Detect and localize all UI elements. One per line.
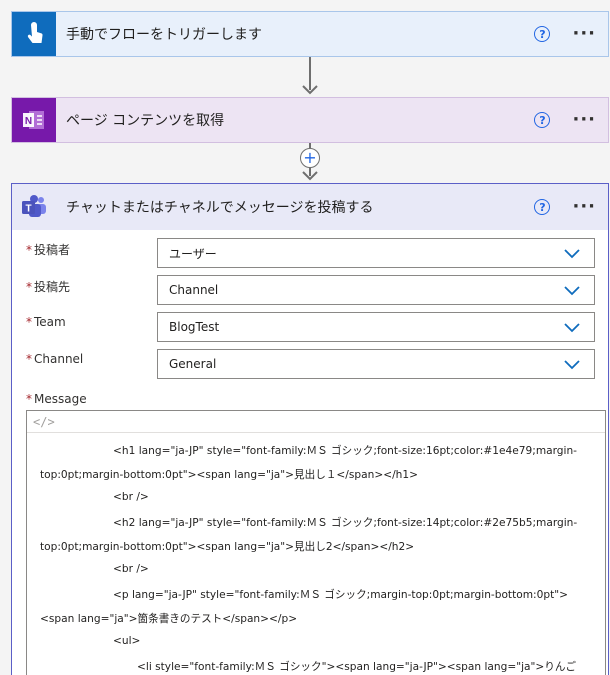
trigger-card-header[interactable]: 手動でフローをトリガーします ? ··· bbox=[12, 12, 608, 56]
message-label: * Message bbox=[26, 392, 87, 406]
field-label: * 投稿先 bbox=[26, 280, 71, 294]
teams-title: チャットまたはチャネルでメッセージを投稿する bbox=[66, 200, 374, 216]
field-post-as: * 投稿者 ユーザー bbox=[26, 238, 600, 268]
field-label: * 投稿者 bbox=[26, 243, 71, 257]
dropdown-value: ユーザー bbox=[169, 246, 217, 261]
chevron-down-icon bbox=[564, 286, 580, 296]
message-line: <h1 lang="ja-JP" style="font-family:ＭＳ ゴ… bbox=[113, 445, 578, 457]
message-line: <h2 lang="ja-JP" style="font-family:ＭＳ ゴ… bbox=[113, 517, 578, 529]
post-in-dropdown[interactable]: Channel bbox=[157, 275, 595, 305]
svg-text:T: T bbox=[25, 204, 31, 215]
chevron-down-icon bbox=[564, 323, 580, 333]
add-step-button[interactable]: + bbox=[300, 148, 320, 168]
teams-card[interactable]: T チャットまたはチャネルでメッセージを投稿する ? ··· * 投稿者 ユーザー… bbox=[11, 183, 609, 675]
message-line: <br /> bbox=[113, 563, 149, 575]
team-dropdown[interactable]: BlogTest bbox=[157, 312, 595, 342]
message-line: <ul> bbox=[113, 635, 141, 647]
arrow-down-icon bbox=[302, 171, 318, 181]
code-view-icon[interactable]: </> bbox=[33, 415, 55, 429]
help-icon[interactable]: ? bbox=[534, 112, 551, 128]
onenote-card[interactable]: N ページ コンテンツを取得 ? ··· bbox=[11, 97, 609, 143]
svg-text:N: N bbox=[25, 116, 32, 127]
message-line: top:0pt;margin-bottom:0pt"><span lang="j… bbox=[40, 469, 418, 481]
message-editor[interactable]: </> <h1 lang="ja-JP" style="font-family:… bbox=[26, 410, 606, 675]
dropdown-value: BlogTest bbox=[169, 320, 220, 334]
message-line: <li style="font-family:ＭＳ ゴシック"><span la… bbox=[137, 661, 577, 673]
field-post-in: * 投稿先 Channel bbox=[26, 275, 600, 305]
message-line: <span lang="ja">箇条書きのテスト</span></p> bbox=[40, 613, 298, 625]
chevron-down-icon bbox=[564, 360, 580, 370]
more-options-icon[interactable]: ··· bbox=[572, 198, 596, 216]
teams-card-header[interactable]: T チャットまたはチャネルでメッセージを投稿する ? ··· bbox=[12, 184, 608, 230]
onenote-card-header[interactable]: N ページ コンテンツを取得 ? ··· bbox=[12, 98, 608, 142]
onenote-title: ページ コンテンツを取得 bbox=[66, 113, 225, 129]
chevron-down-icon bbox=[564, 249, 580, 259]
teams-icon: T bbox=[12, 184, 56, 230]
more-options-icon[interactable]: ··· bbox=[572, 111, 596, 129]
arrow-down-icon bbox=[302, 85, 318, 95]
editor-toolbar: </> bbox=[27, 411, 605, 433]
channel-dropdown[interactable]: General bbox=[157, 349, 595, 379]
help-icon[interactable]: ? bbox=[534, 199, 551, 215]
message-line: <p lang="ja-JP" style="font-family:ＭＳ ゴシ… bbox=[113, 589, 568, 601]
field-label: * Team bbox=[26, 315, 66, 329]
message-line: <br /> bbox=[113, 491, 149, 503]
onenote-icon: N bbox=[12, 98, 56, 142]
field-team: * Team BlogTest bbox=[26, 312, 600, 342]
help-icon[interactable]: ? bbox=[534, 26, 551, 42]
more-options-icon[interactable]: ··· bbox=[572, 25, 596, 43]
touch-icon bbox=[12, 12, 56, 56]
dropdown-value: General bbox=[169, 357, 217, 371]
trigger-title: 手動でフローをトリガーします bbox=[66, 27, 262, 43]
field-label: * Channel bbox=[26, 352, 84, 366]
post-as-dropdown[interactable]: ユーザー bbox=[157, 238, 595, 268]
field-channel: * Channel General bbox=[26, 349, 600, 379]
dropdown-value: Channel bbox=[169, 283, 219, 297]
trigger-card[interactable]: 手動でフローをトリガーします ? ··· bbox=[11, 11, 609, 57]
message-line: top:0pt;margin-bottom:0pt"><span lang="j… bbox=[40, 541, 415, 553]
